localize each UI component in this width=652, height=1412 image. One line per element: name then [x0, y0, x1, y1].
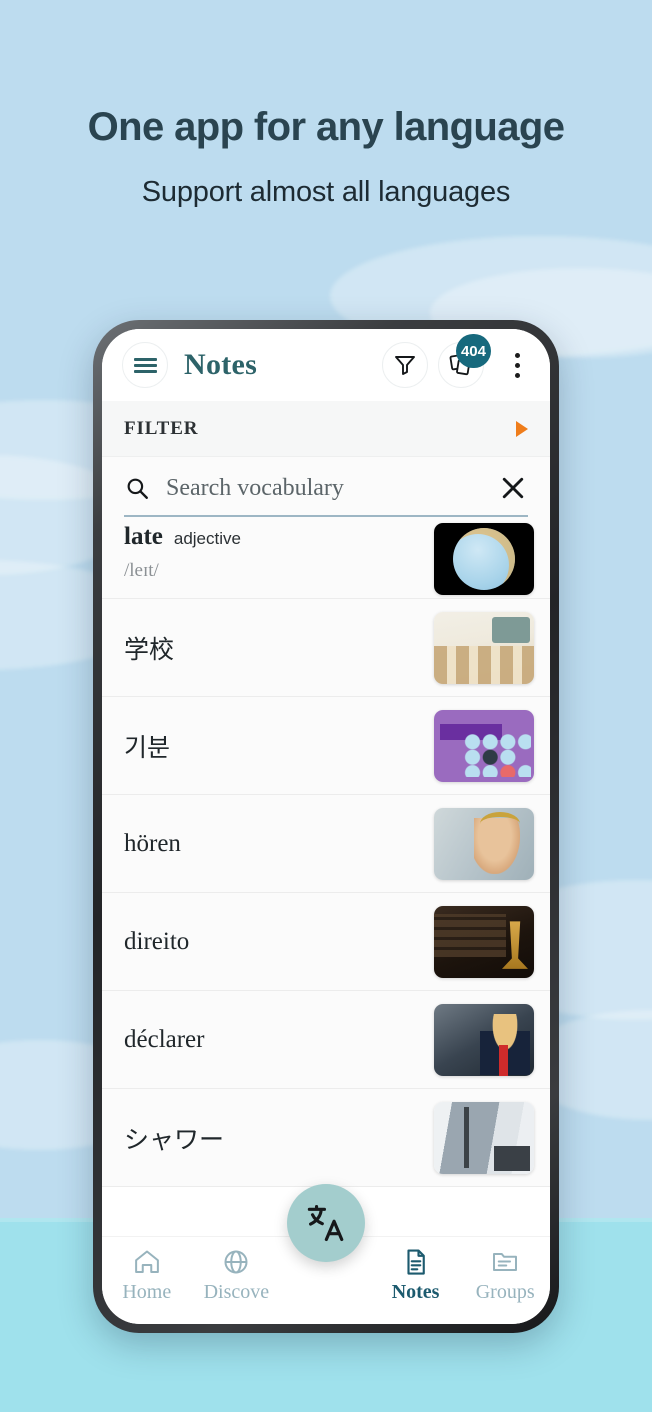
vocab-term: 学校 [124, 636, 175, 664]
funnel-icon [395, 356, 415, 375]
vocab-thumbnail[interactable] [434, 905, 534, 978]
korean-mood-lesson-thumbnail [434, 709, 534, 782]
vocab-thumbnail[interactable] [434, 807, 534, 880]
list-item[interactable]: déclarer [102, 991, 550, 1089]
term-line: シャワー [124, 1120, 434, 1156]
nav-label-discover: Discove [203, 1281, 270, 1303]
search-icon [127, 478, 148, 499]
list-item-text: déclarer [124, 1026, 434, 1054]
promo-subheadline: Support almost all languages [141, 176, 511, 208]
kebab-menu-icon [514, 372, 520, 378]
law-books-gavel-thumbnail [434, 905, 534, 978]
nav-item-home[interactable]: Home [102, 1247, 192, 1304]
vocabulary-list: late adjective /leɪt/ 学校 기분 hören direit… [102, 517, 550, 1187]
folder-icon [493, 1253, 518, 1271]
list-item-text: hören [124, 830, 434, 858]
vocab-term: hören [124, 829, 181, 857]
man-with-headphones-thumbnail [434, 807, 534, 880]
nav-label-groups: Groups [475, 1281, 535, 1303]
vocab-term: シャワー [124, 1126, 225, 1154]
hamburger-icon [133, 355, 157, 376]
list-item[interactable]: late adjective /leɪt/ [102, 517, 550, 599]
list-item-text: 学校 [124, 630, 434, 666]
home-icon [134, 1250, 159, 1273]
list-item[interactable]: hören [102, 795, 550, 893]
vocab-thumbnail[interactable] [434, 709, 534, 782]
triangle-right-icon[interactable] [516, 420, 528, 437]
list-item-text: シャワー [124, 1120, 434, 1156]
list-item[interactable]: 기분 [102, 697, 550, 795]
list-item[interactable]: direito [102, 893, 550, 991]
nav-item-groups[interactable]: Groups [460, 1247, 550, 1304]
term-line: direito [124, 928, 434, 956]
vocab-part-of-speech: adjective [173, 529, 241, 548]
hamburger-menu-button[interactable] [122, 342, 168, 388]
vocab-thumbnail[interactable] [434, 1101, 534, 1174]
term-line: déclarer [124, 1026, 434, 1054]
kebab-menu-icon [514, 352, 520, 358]
vocab-term: 기분 [124, 734, 171, 762]
filter-label: FILTER [124, 417, 199, 439]
translate-fab-button[interactable] [287, 1184, 365, 1262]
cartoon-character-thumbnail [434, 523, 534, 595]
promo-headline: One app for any language [87, 105, 565, 149]
term-line: late adjective [124, 523, 434, 551]
vocab-phonetic: /leɪt/ [124, 560, 159, 581]
phone-mockup: Notes 404 FILTER Search vocabulary late … [93, 320, 559, 1333]
phone-screen: Notes 404 FILTER Search vocabulary late … [102, 329, 550, 1324]
nav-item-discover[interactable]: Discove [192, 1247, 282, 1304]
vocab-thumbnail[interactable] [434, 1003, 534, 1076]
classroom-thumbnail [434, 611, 534, 684]
document-icon [407, 1249, 425, 1275]
close-x-icon[interactable] [498, 473, 528, 503]
nav-label-notes: Notes [391, 1281, 440, 1303]
vocab-term: late [124, 523, 163, 550]
list-item-text: late adjective /leɪt/ [124, 523, 434, 582]
list-item[interactable]: 学校 [102, 599, 550, 697]
app-bar-actions: 404 [382, 334, 534, 388]
nav-item-notes[interactable]: Notes [371, 1247, 461, 1304]
cards-button[interactable]: 404 [438, 334, 491, 388]
politician-speech-thumbnail [434, 1003, 534, 1076]
promo-text-block: One app for any language Support almost … [0, 104, 652, 209]
term-line: hören [124, 830, 434, 858]
search-input[interactable] [166, 474, 498, 502]
list-item-text: 기분 [124, 728, 434, 764]
search-section [102, 457, 550, 517]
list-item[interactable]: シャワー [102, 1089, 550, 1187]
filter-button[interactable] [382, 342, 428, 388]
overflow-menu-button[interactable] [500, 352, 534, 378]
page-title: Notes [184, 348, 258, 381]
globe-icon [224, 1250, 248, 1274]
vocab-thumbnail[interactable] [434, 611, 534, 684]
vocab-term: direito [124, 927, 190, 955]
app-bar: Notes 404 [102, 329, 550, 401]
cards-count-badge: 404 [455, 334, 491, 368]
nav-label-home: Home [122, 1281, 172, 1303]
translate-icon [307, 1204, 344, 1242]
kebab-menu-icon [514, 362, 520, 368]
list-item-text: direito [124, 928, 434, 956]
term-line: 学校 [124, 630, 434, 666]
vocab-thumbnail[interactable] [434, 523, 534, 595]
term-line: 기분 [124, 728, 434, 764]
filter-section-header[interactable]: FILTER [102, 401, 550, 457]
shower-thumbnail [434, 1101, 534, 1174]
search-row [124, 473, 528, 517]
vocab-term: déclarer [124, 1025, 205, 1053]
